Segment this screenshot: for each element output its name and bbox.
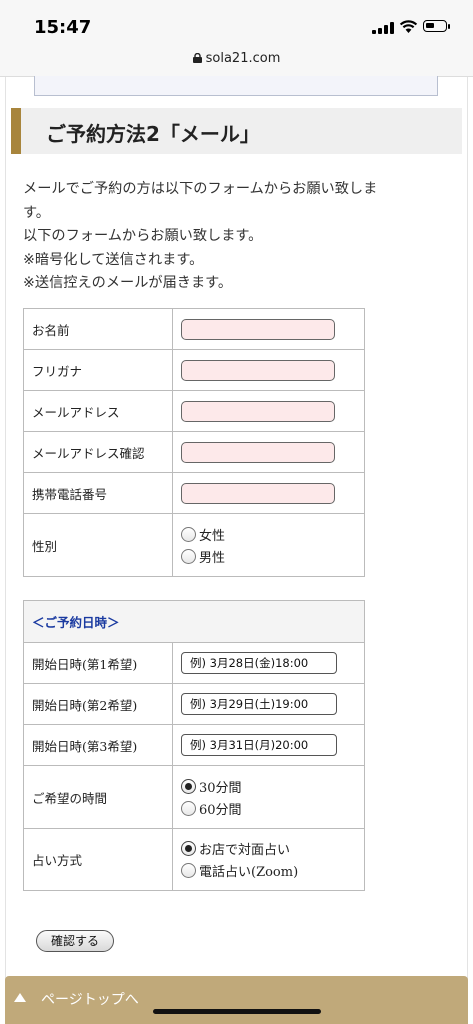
method-in-store-label: お店で対面占い xyxy=(199,843,291,858)
reservation-table: ＜ご予約日時＞ 開始日時(第1希望) 例) 3月28日(金)18:00 開始日時… xyxy=(23,600,365,891)
radio-30min[interactable] xyxy=(181,778,196,794)
duration-option-30[interactable]: 30分間 xyxy=(181,775,364,797)
radio-phone[interactable] xyxy=(181,863,196,878)
email-confirm-input[interactable] xyxy=(181,441,335,463)
intro-text: メールでご予約の方は以下のフォームからお願い致しま す。 以下のフォームからお願… xyxy=(23,178,443,296)
table-row: メールアドレス確認 xyxy=(23,431,365,473)
method-option-in-store[interactable]: お店で対面占い xyxy=(181,838,364,860)
radio-male[interactable] xyxy=(181,548,196,564)
page-top-link[interactable]: ページトップへ xyxy=(5,976,468,1024)
intro-line: メールでご予約の方は以下のフォームからお願い致しま xyxy=(23,181,378,197)
intro-line: 以下のフォームからお願い致します。 xyxy=(23,228,263,244)
url-domain: sola21.com xyxy=(205,51,281,66)
phone-input[interactable] xyxy=(181,482,335,504)
cellular-signal-icon xyxy=(372,22,394,34)
gender-option-female[interactable]: 女性 xyxy=(181,523,364,545)
gender-male-label: 男性 xyxy=(199,550,226,566)
arrow-up-icon xyxy=(14,993,26,1002)
table-row: フリガナ xyxy=(23,349,365,391)
table-row: お名前 xyxy=(23,308,365,350)
method-option-phone[interactable]: 電話占い(Zoom) xyxy=(181,860,364,882)
table-row: ＜ご予約日時＞ xyxy=(23,600,365,643)
table-row: ご希望の時間 30分間 60分間 xyxy=(23,765,365,829)
method-label: 占い方式 xyxy=(23,828,173,891)
table-row: 性別 女性 男性 xyxy=(23,513,365,577)
method-phone-label: 電話占い(Zoom) xyxy=(199,865,299,880)
table-row: 携帯電話番号 xyxy=(23,472,365,514)
gender-option-male[interactable]: 男性 xyxy=(181,545,364,567)
first-choice-input[interactable]: 例) 3月28日(金)18:00 xyxy=(181,652,337,674)
status-time: 15:47 xyxy=(34,17,92,38)
third-choice-input[interactable]: 例) 3月31日(月)20:00 xyxy=(181,734,337,756)
email-label: メールアドレス xyxy=(23,390,173,432)
section-heading: ご予約方法2「メール」 xyxy=(46,122,260,146)
status-bar: 15:47 xyxy=(0,0,473,44)
radio-female[interactable] xyxy=(181,526,196,542)
intro-line: す。 xyxy=(23,204,50,221)
second-choice-input[interactable]: 例) 3月29日(土)19:00 xyxy=(181,693,337,715)
phone-label: 携帯電話番号 xyxy=(23,472,173,514)
table-row: 占い方式 お店で対面占い 電話占い(Zoom) xyxy=(23,828,365,891)
gender-label: 性別 xyxy=(23,513,173,577)
duration-option-60[interactable]: 60分間 xyxy=(181,797,364,819)
second-choice-label: 開始日時(第2希望) xyxy=(23,683,173,725)
third-choice-label: 開始日時(第3希望) xyxy=(23,724,173,766)
radio-60min[interactable] xyxy=(181,800,196,816)
intro-line: ※送信控えのメールが届きます。 xyxy=(23,275,233,291)
reservation-section-title: ＜ご予約日時＞ xyxy=(23,600,365,643)
name-input[interactable] xyxy=(181,318,335,340)
wifi-icon xyxy=(399,20,418,33)
table-row: 開始日時(第1希望) 例) 3月28日(金)18:00 xyxy=(23,642,365,684)
duration-60-label: 60分間 xyxy=(199,802,242,818)
furigana-input[interactable] xyxy=(181,359,335,381)
confirm-button[interactable]: 確認する xyxy=(36,930,114,952)
personal-info-table: お名前 フリガナ メールアドレス メールアドレス確認 携帯電話番号 性別 女性 … xyxy=(23,308,365,577)
duration-label: ご希望の時間 xyxy=(23,765,173,829)
battery-icon xyxy=(423,20,450,32)
duration-30-label: 30分間 xyxy=(199,780,242,796)
previous-section-box xyxy=(34,76,438,96)
table-row: 開始日時(第2希望) 例) 3月29日(土)19:00 xyxy=(23,683,365,725)
intro-line: ※暗号化して送信されます。 xyxy=(23,251,204,268)
email-input[interactable] xyxy=(181,400,335,422)
home-indicator xyxy=(153,1009,321,1014)
table-row: メールアドレス xyxy=(23,390,365,432)
address-bar[interactable]: sola21.com xyxy=(0,44,473,77)
table-row: 開始日時(第3希望) 例) 3月31日(月)20:00 xyxy=(23,724,365,766)
first-choice-label: 開始日時(第1希望) xyxy=(23,642,173,684)
lock-icon xyxy=(192,53,202,63)
gender-female-label: 女性 xyxy=(199,528,226,544)
radio-in-store[interactable] xyxy=(181,841,196,856)
page-top-label: ページトップへ xyxy=(41,992,139,1008)
furigana-label: フリガナ xyxy=(23,349,173,391)
email-confirm-label: メールアドレス確認 xyxy=(23,431,173,473)
section-heading-bar: ご予約方法2「メール」 xyxy=(11,108,462,154)
name-label: お名前 xyxy=(23,308,173,350)
